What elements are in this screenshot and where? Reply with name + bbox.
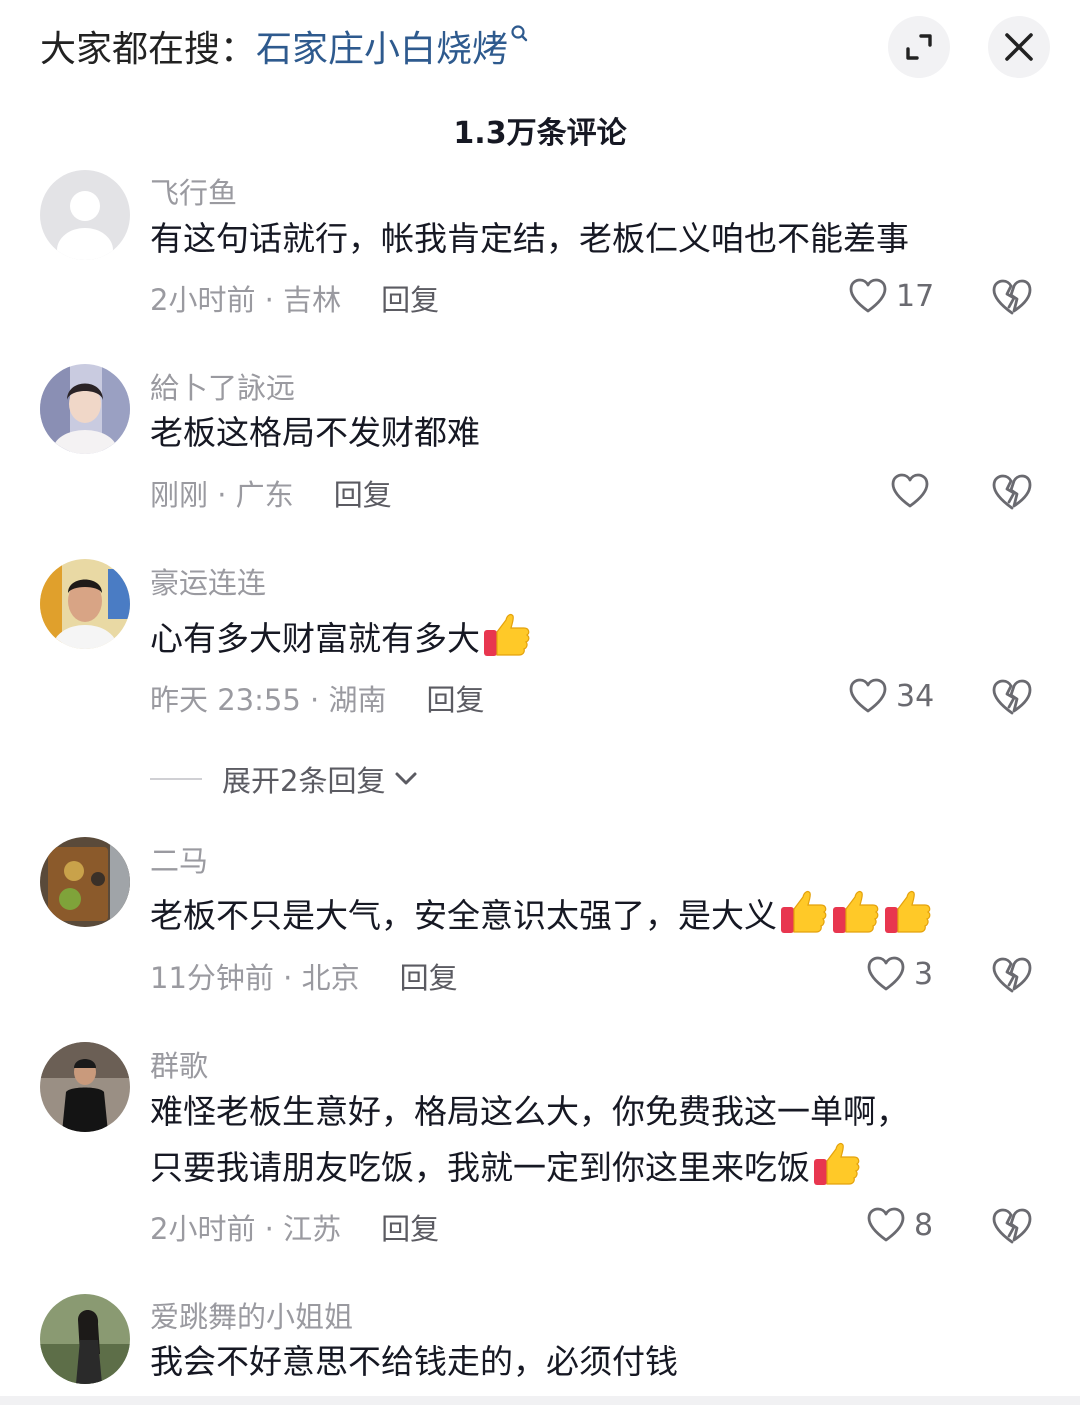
avatar[interactable] [40, 559, 130, 649]
comment-text: 我会不好意思不给钱走的，必须付钱 [150, 1342, 678, 1381]
comment-text: 心有多大财富就有多大 [150, 610, 532, 666]
comment-text: 老板不只是大气，安全意识太强了，是大义 [150, 887, 933, 943]
comment-text: 老板这格局不发财都难 [150, 413, 480, 452]
expand-replies-button[interactable]: 展开2条回复 [150, 758, 421, 800]
heart-outline-icon [849, 278, 887, 313]
bottom-edge [0, 1396, 1080, 1405]
user-photo [40, 559, 130, 649]
broken-heart-icon[interactable] [990, 472, 1034, 512]
comment-location: 吉林 [283, 283, 342, 317]
like-button[interactable]: 3 [866, 955, 933, 993]
heart-outline-icon [867, 1207, 905, 1242]
comment-meta: 2小时前 · 江苏 回复 [150, 1212, 440, 1246]
thumbs-up-emoji-icon [484, 614, 530, 656]
comment-meta: 11分钟前 · 北京 回复 [150, 961, 458, 995]
comment-time: 刚刚 [150, 478, 209, 512]
comment-meta: 2小时前 · 吉林 回复 [150, 283, 440, 317]
heart-outline-icon [849, 678, 887, 713]
thumbs-up-emoji-icon [833, 891, 879, 933]
reply-button[interactable]: 回复 [426, 683, 484, 717]
comment-username[interactable]: 群歌 [150, 1043, 208, 1085]
comment-username[interactable]: 給卜了詠远 [150, 365, 295, 407]
reply-button[interactable]: 回复 [334, 478, 392, 512]
comment-text: 难怪老板生意好，格局这么大，你免费我这一单啊， 只要我请朋友吃饭，我就一定到你这… [150, 1092, 909, 1187]
reply-button[interactable]: 回复 [400, 961, 458, 995]
reply-button[interactable]: 回复 [381, 1212, 439, 1246]
comment-location: 北京 [301, 961, 360, 995]
comment-time: 11分钟前 [150, 961, 274, 995]
thumbs-up-emoji-icon [814, 1143, 860, 1185]
expand-button[interactable] [888, 16, 950, 78]
avatar[interactable] [40, 837, 130, 927]
like-count: 34 [896, 678, 935, 714]
broken-heart-icon[interactable] [990, 1206, 1034, 1246]
comments-panel: 大家都在搜： 石家庄小白烧烤 1.3万条评论 飞行鱼 有这句话就行，帐我肯定结，… [0, 0, 1080, 1396]
user-photo [40, 1294, 130, 1384]
expand-icon [906, 34, 932, 60]
reply-button[interactable]: 回复 [381, 283, 439, 317]
comment-username[interactable]: 飞行鱼 [150, 170, 237, 212]
trending-search-prefix: 大家都在搜： [40, 29, 257, 70]
thumbs-up-emoji-icon [781, 891, 827, 933]
comment-time: 昨天 23:55 [150, 683, 301, 717]
comment-time: 2小时前 [150, 1212, 256, 1246]
like-button[interactable] [890, 472, 930, 510]
broken-heart-icon[interactable] [990, 277, 1034, 317]
like-button[interactable]: 34 [848, 677, 934, 715]
like-count: 17 [896, 278, 935, 314]
avatar[interactable] [40, 1294, 130, 1384]
comment-time: 2小时前 [150, 283, 256, 317]
comment-username[interactable]: 豪运连连 [150, 560, 266, 602]
broken-heart-icon[interactable] [990, 955, 1034, 995]
close-icon [1005, 33, 1033, 61]
comment-location: 广东 [235, 478, 294, 512]
trending-search-term[interactable]: 石家庄小白烧烤 [256, 20, 508, 72]
chevron-down-icon [395, 772, 417, 785]
comment-location: 江苏 [283, 1212, 342, 1246]
comment-meta: 昨天 23:55 · 湖南 回复 [150, 683, 485, 717]
heart-outline-icon [867, 956, 905, 991]
default-avatar-icon [40, 170, 130, 260]
heart-outline-icon [891, 473, 929, 508]
comment-meta: 刚刚 · 广东 回复 [150, 478, 392, 512]
like-button[interactable]: 8 [866, 1206, 933, 1244]
expand-replies-label: 展开2条回复 [222, 764, 386, 798]
avatar[interactable] [40, 170, 130, 260]
broken-heart-icon[interactable] [990, 677, 1034, 717]
thumbs-up-emoji-icon [885, 891, 931, 933]
trending-search-bar[interactable]: 大家都在搜： 石家庄小白烧烤 [40, 18, 528, 74]
divider-line [150, 778, 202, 780]
search-icon [511, 25, 528, 42]
user-photo [40, 1042, 130, 1132]
like-count: 8 [914, 1207, 934, 1243]
comment-username[interactable]: 二马 [150, 838, 208, 880]
comment-count: 1.3万条评论 [453, 116, 627, 151]
close-button[interactable] [988, 16, 1050, 78]
user-photo [40, 837, 130, 927]
comment-location: 湖南 [328, 683, 387, 717]
user-photo [40, 364, 130, 454]
avatar[interactable] [40, 1042, 130, 1132]
like-count: 3 [914, 956, 934, 992]
comment-username[interactable]: 爱跳舞的小姐姐 [150, 1294, 353, 1336]
avatar[interactable] [40, 364, 130, 454]
comment-text: 有这句话就行，帐我肯定结，老板仁义咱也不能差事 [150, 219, 909, 258]
like-button[interactable]: 17 [848, 277, 934, 315]
